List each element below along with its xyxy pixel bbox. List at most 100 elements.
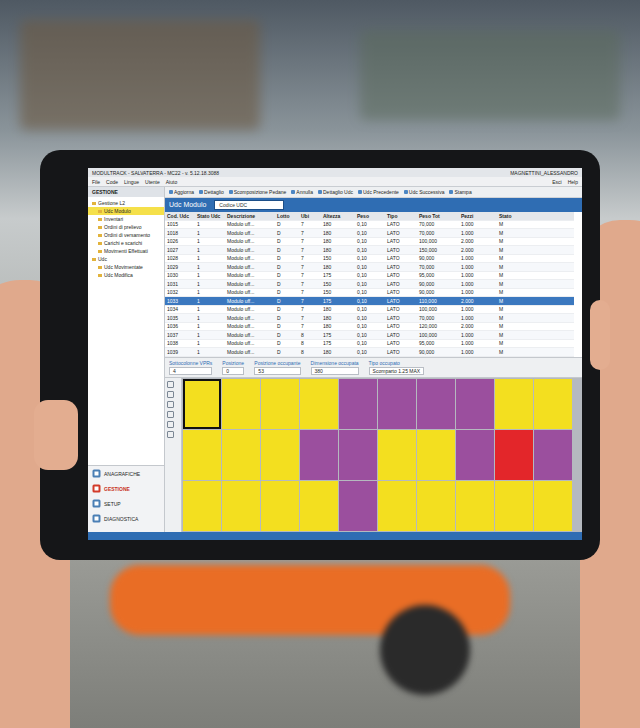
- column-header[interactable]: Pezzi: [459, 213, 497, 219]
- tool-icon[interactable]: [167, 401, 174, 408]
- grid-cell[interactable]: [300, 481, 338, 531]
- table-row[interactable]: 10351Modulo uff...D71800,10LATO70,0001.0…: [165, 314, 574, 323]
- column-header[interactable]: Tipo: [385, 213, 417, 219]
- tree-item[interactable]: Inventari: [88, 215, 164, 223]
- grid-cell[interactable]: [417, 481, 455, 531]
- grid-cell[interactable]: [534, 379, 572, 429]
- table-row[interactable]: 10331Modulo uff...D71750,10LATO110,0002.…: [165, 297, 574, 306]
- tree-item[interactable]: Gestione L2: [88, 199, 164, 207]
- grid-cell[interactable]: [339, 481, 377, 531]
- table-row[interactable]: 10341Modulo uff...D71800,10LATO100,0001.…: [165, 306, 574, 315]
- column-header[interactable]: Stato: [497, 213, 574, 219]
- grid-cell[interactable]: [456, 481, 494, 531]
- nav-item[interactable]: SETUP: [88, 496, 164, 511]
- tool-icon[interactable]: [167, 381, 174, 388]
- table-row[interactable]: 10321Modulo uff...D71500,10LATO90,0001.0…: [165, 289, 574, 298]
- grid-cell[interactable]: [261, 379, 299, 429]
- grid-cell[interactable]: [378, 379, 416, 429]
- tree-item[interactable]: Udc Modifica: [88, 271, 164, 279]
- window-button[interactable]: Help: [568, 179, 578, 185]
- table-row[interactable]: 10181Modulo uff...D71800,10LATO70,0001.0…: [165, 229, 574, 238]
- table-row[interactable]: 10301Modulo uff...D71750,10LATO95,0001.0…: [165, 272, 574, 281]
- tree-item[interactable]: Carichi e scarichi: [88, 239, 164, 247]
- field-value[interactable]: Scomparto 1.25 MAX: [369, 367, 425, 375]
- grid-cell[interactable]: [417, 430, 455, 480]
- table-row[interactable]: 10151Modulo uff...D71800,10LATO70,0001.0…: [165, 221, 574, 230]
- table-row[interactable]: 10291Modulo uff...D71800,10LATO70,0001.0…: [165, 263, 574, 272]
- tool-icon[interactable]: [167, 431, 174, 438]
- field-value[interactable]: 53: [254, 367, 300, 375]
- grid-cell[interactable]: [183, 430, 221, 480]
- grid-cell[interactable]: [456, 379, 494, 429]
- column-header[interactable]: Altezza: [321, 213, 355, 219]
- menu-item[interactable]: Lingue: [124, 179, 139, 185]
- tree-item[interactable]: Udc Modulo: [88, 207, 164, 215]
- table-row[interactable]: 10261Modulo uff...D71800,10LATO100,0002.…: [165, 238, 574, 247]
- nav-item[interactable]: GESTIONE: [88, 481, 164, 496]
- toolbar-button[interactable]: Dettaglio: [199, 189, 224, 195]
- grid-cell[interactable]: [534, 481, 572, 531]
- toolbar-button[interactable]: Annulla: [291, 189, 313, 195]
- grid-cell[interactable]: [339, 430, 377, 480]
- tree-item[interactable]: Ordini di prelievo: [88, 223, 164, 231]
- table-row[interactable]: 10371Modulo uff...D81750,10LATO100,0001.…: [165, 331, 574, 340]
- grid-cell[interactable]: [261, 481, 299, 531]
- menu-item[interactable]: Code: [106, 179, 118, 185]
- column-header[interactable]: Peso: [355, 213, 385, 219]
- toolbar-button[interactable]: Scomposizione Pedane: [229, 189, 287, 195]
- tool-icon[interactable]: [167, 391, 174, 398]
- grid-cell[interactable]: [456, 430, 494, 480]
- grid-cell[interactable]: [222, 481, 260, 531]
- tree-item[interactable]: Udc: [88, 255, 164, 263]
- grid-cell[interactable]: [300, 430, 338, 480]
- table-cell: Modulo uff...: [225, 332, 275, 338]
- grid-cell[interactable]: [183, 481, 221, 531]
- table-row[interactable]: 10271Modulo uff...D71800,10LATO150,0002.…: [165, 246, 574, 255]
- table-row[interactable]: 10381Modulo uff...D81750,10LATO95,0001.0…: [165, 340, 574, 349]
- grid-cell[interactable]: [183, 379, 221, 429]
- table-row[interactable]: 10281Modulo uff...D71500,10LATO90,0001.0…: [165, 255, 574, 264]
- menu-item[interactable]: Aiuto: [166, 179, 177, 185]
- grid-cell[interactable]: [378, 430, 416, 480]
- window-button[interactable]: Esci: [552, 179, 561, 185]
- grid-cell[interactable]: [261, 430, 299, 480]
- table-row[interactable]: 10311Modulo uff...D71500,10LATO90,0001.0…: [165, 280, 574, 289]
- column-header[interactable]: Lotto: [275, 213, 299, 219]
- toolbar-button[interactable]: Udc Successiva: [404, 189, 445, 195]
- toolbar-button[interactable]: Stampa: [449, 189, 471, 195]
- toolbar-button[interactable]: Aggiorna: [169, 189, 194, 195]
- field-value[interactable]: 380: [311, 367, 359, 375]
- tool-icon[interactable]: [167, 411, 174, 418]
- tree-item[interactable]: Udc Movimentate: [88, 263, 164, 271]
- column-header[interactable]: Ubi: [299, 213, 321, 219]
- table-cell: LATO: [385, 315, 417, 321]
- menu-item[interactable]: File: [92, 179, 100, 185]
- grid-cell[interactable]: [300, 379, 338, 429]
- table-row[interactable]: 10391Modulo uff...D81800,10LATO90,0001.0…: [165, 348, 574, 357]
- nav-item[interactable]: DIAGNOSTICA: [88, 511, 164, 526]
- toolbar-button[interactable]: Udc Precedente: [358, 189, 399, 195]
- grid-cell[interactable]: [495, 430, 533, 480]
- tree-item[interactable]: Ordini di versamento: [88, 231, 164, 239]
- grid-cell[interactable]: [339, 379, 377, 429]
- toolbar-button[interactable]: Dettaglio Udc: [318, 189, 353, 195]
- grid-cell[interactable]: [378, 481, 416, 531]
- field-value[interactable]: 4: [169, 367, 212, 375]
- grid-cell[interactable]: [495, 379, 533, 429]
- column-header[interactable]: Descrizione: [225, 213, 275, 219]
- grid-cell[interactable]: [222, 379, 260, 429]
- field-value[interactable]: 0: [222, 367, 244, 375]
- table-row[interactable]: 10361Modulo uff...D71800,10LATO120,0002.…: [165, 323, 574, 332]
- grid-cell[interactable]: [417, 379, 455, 429]
- tool-icon[interactable]: [167, 421, 174, 428]
- column-header[interactable]: Peso Tot: [417, 213, 459, 219]
- menu-item[interactable]: Utente: [145, 179, 160, 185]
- tree-item[interactable]: Movimenti Effettuati: [88, 247, 164, 255]
- column-header[interactable]: Cod. Udc: [165, 213, 195, 219]
- nav-item[interactable]: ANAGRAFICHE: [88, 466, 164, 481]
- grid-cell[interactable]: [222, 430, 260, 480]
- filter-field[interactable]: Codice UDC: [214, 200, 284, 210]
- column-header[interactable]: Stato Udc: [195, 213, 225, 219]
- grid-cell[interactable]: [495, 481, 533, 531]
- grid-cell[interactable]: [534, 430, 572, 480]
